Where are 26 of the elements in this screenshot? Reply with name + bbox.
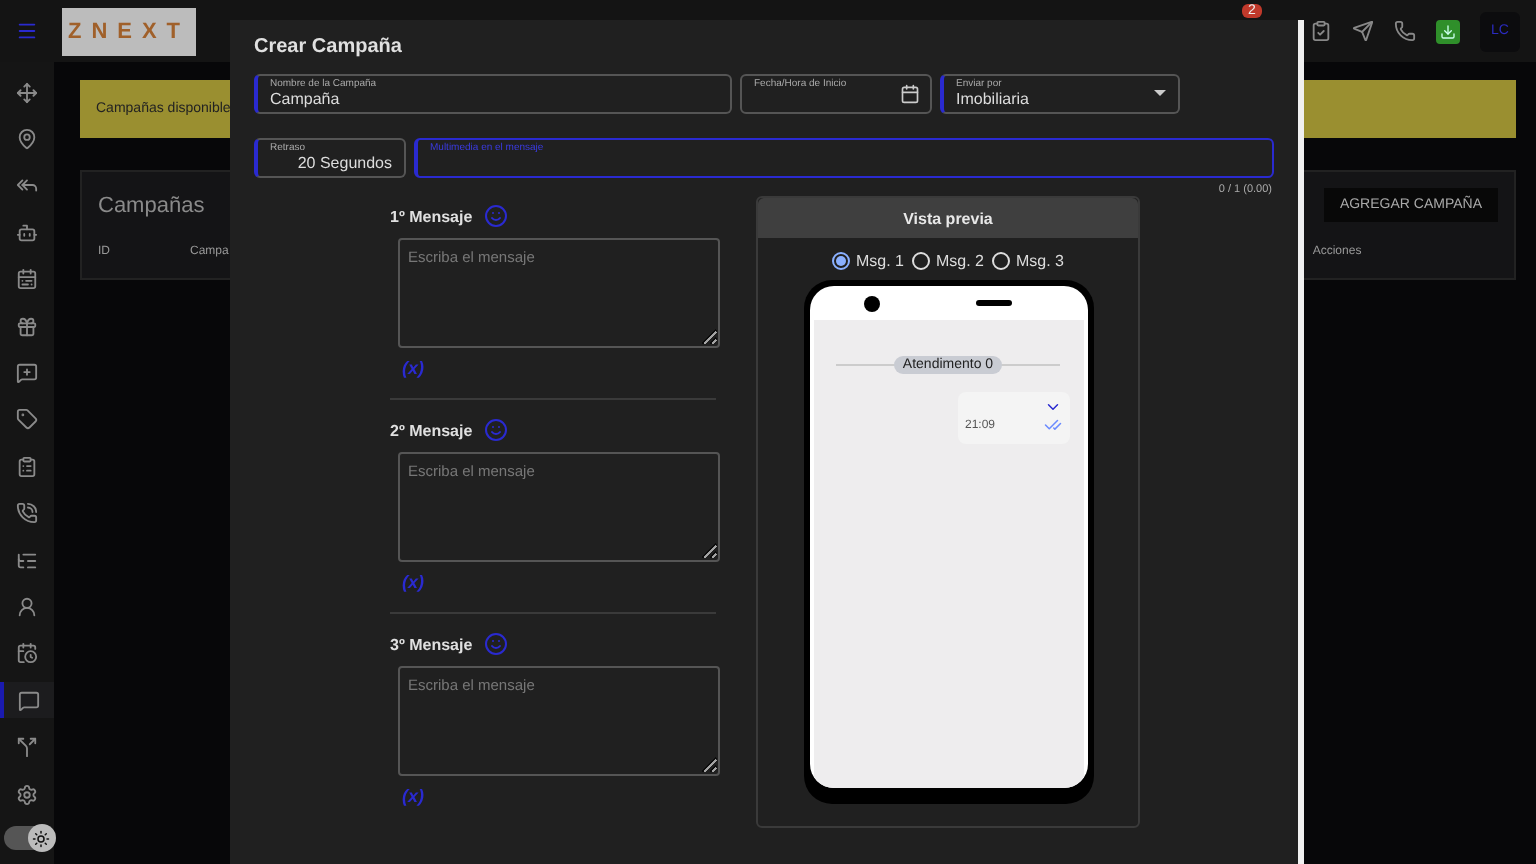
theme-toggle[interactable] bbox=[3, 826, 51, 851]
field-value: Imobiliaria bbox=[956, 90, 1029, 108]
calendar-icon[interactable] bbox=[900, 84, 920, 104]
field-value: Campaña bbox=[270, 90, 340, 108]
double-check-icon bbox=[1043, 416, 1061, 434]
caret-icon bbox=[1152, 84, 1168, 100]
message-radio[interactable]: Msg. 1 bbox=[831, 252, 904, 270]
sun-icon[interactable] bbox=[27, 824, 55, 853]
preview-title: Vista previa bbox=[758, 198, 1138, 238]
clipboard-icon[interactable] bbox=[1310, 20, 1332, 42]
message-icon[interactable] bbox=[0, 682, 54, 719]
dialog-title: Crear Campaña bbox=[254, 36, 404, 58]
message-label: 2º Mensaje bbox=[390, 421, 473, 439]
camera-dot bbox=[863, 295, 879, 311]
phone-icon[interactable] bbox=[1394, 20, 1416, 42]
field-value: 20 Segundos bbox=[297, 154, 392, 172]
message-radio[interactable]: Msg. 2 bbox=[911, 252, 984, 270]
chevron-icon[interactable] bbox=[1043, 398, 1061, 416]
message-radio[interactable]: Msg. 3 bbox=[992, 252, 1065, 270]
speaker-slot bbox=[975, 300, 1011, 306]
message-label: 3º Mensaje bbox=[390, 635, 473, 653]
send-icon[interactable] bbox=[1352, 20, 1374, 42]
card-title: Campañas bbox=[98, 193, 205, 217]
logo: ZNEXT bbox=[62, 7, 196, 55]
download-button[interactable] bbox=[1436, 19, 1460, 43]
message-label: 1º Mensaje bbox=[390, 207, 473, 225]
